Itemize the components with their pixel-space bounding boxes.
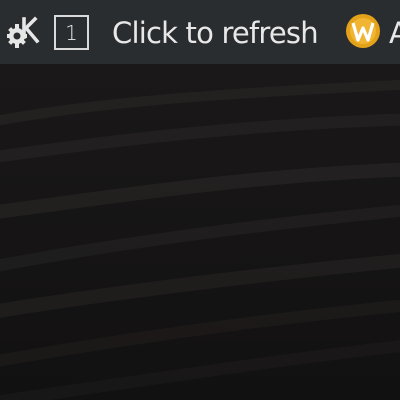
top-panel: 1 Click to refresh A <box>0 0 400 64</box>
desktop-screen: 1 Click to refresh A <box>0 0 400 400</box>
pager-desktop-number: 1 <box>65 20 78 45</box>
w-circle-icon <box>345 13 381 53</box>
refresh-widget-label[interactable]: Click to refresh <box>112 15 319 51</box>
kde-gear-icon[interactable] <box>6 15 42 51</box>
tray-app-label: A <box>389 16 400 50</box>
wallpaper-waves <box>0 64 400 400</box>
desktop-wallpaper <box>0 64 400 400</box>
tray-app-button[interactable]: A <box>345 13 400 53</box>
virtual-desktop-pager[interactable]: 1 <box>54 15 89 50</box>
